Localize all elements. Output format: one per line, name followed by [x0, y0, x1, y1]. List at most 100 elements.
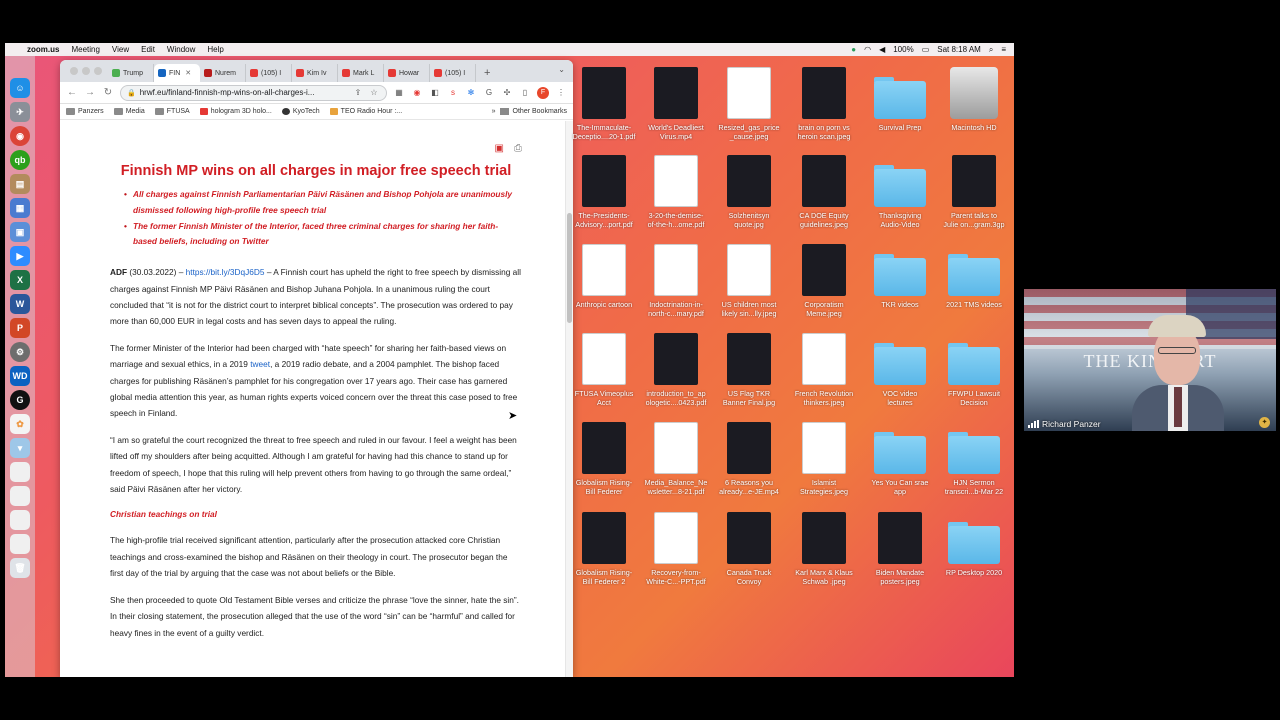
- extension-gear-icon[interactable]: ✻: [465, 88, 477, 97]
- desktop-item[interactable]: TKR videos: [865, 244, 935, 309]
- tweet-link[interactable]: tweet: [250, 359, 270, 369]
- excel-icon[interactable]: X: [10, 270, 30, 290]
- g-app-icon[interactable]: G: [10, 390, 30, 410]
- sidebar-icon[interactable]: ▯: [519, 88, 531, 97]
- document-stack-3-icon[interactable]: [10, 510, 30, 530]
- lock-icon[interactable]: 🔒: [127, 89, 136, 97]
- document-stack-icon[interactable]: [10, 462, 30, 482]
- maximize-window-button[interactable]: [94, 67, 102, 75]
- lastpass-icon[interactable]: s: [447, 88, 459, 97]
- extensions-puzzle-icon[interactable]: ✣: [501, 88, 513, 97]
- desktop-item[interactable]: Solzhenitsyn quote.jpg: [714, 155, 784, 229]
- desktop-item[interactable]: Canada Truck Convoy: [714, 512, 784, 586]
- spotlight-icon[interactable]: ⌕: [989, 45, 993, 55]
- desktop-item[interactable]: Yes You Can srae app: [865, 422, 935, 496]
- desktop-item[interactable]: VOC video lectures: [865, 333, 935, 407]
- desktop-item[interactable]: Globalism Rising- Bill Federer: [569, 422, 639, 496]
- tab-4[interactable]: Kim Iv: [292, 64, 338, 82]
- desktop-item[interactable]: Survival Prep: [865, 67, 935, 132]
- tab-search-icon[interactable]: ⌄: [558, 65, 565, 74]
- menu-app[interactable]: zoom.us: [27, 45, 59, 54]
- tab-3[interactable]: (105) I: [246, 64, 292, 82]
- desktop-item[interactable]: 3-20-the-demise-of-the-h...ome.pdf: [641, 155, 711, 229]
- print-icon[interactable]: ⎙: [514, 143, 522, 154]
- extension-shield-icon[interactable]: ◧: [429, 88, 441, 97]
- desktop-item[interactable]: Anthropic cartoon: [569, 244, 639, 309]
- pinterest-icon[interactable]: ◉: [411, 88, 423, 97]
- bookmark-media[interactable]: Media: [113, 108, 145, 115]
- tab-0[interactable]: Trump: [108, 64, 154, 82]
- bookmark-ftusa[interactable]: FTUSA: [154, 108, 190, 115]
- desktop-item[interactable]: World's Deadliest Virus.mp4: [641, 67, 711, 141]
- extension-grid-icon[interactable]: ▦: [393, 88, 405, 97]
- desktop-item[interactable]: 2021 TMS videos: [939, 244, 1009, 309]
- desktop-item[interactable]: FTUSA Vimeoplus Acct: [569, 333, 639, 407]
- profile-avatar[interactable]: F: [537, 86, 549, 99]
- tab-5[interactable]: Mark L: [338, 64, 384, 82]
- menu-meeting[interactable]: Meeting: [71, 45, 99, 54]
- chevron-right-icon[interactable]: »: [492, 108, 496, 115]
- lightbulb-icon[interactable]: ✦: [1259, 417, 1270, 428]
- address-bar[interactable]: 🔒 ⇪ ☆: [120, 84, 387, 101]
- battery-percent[interactable]: 100%: [893, 45, 913, 54]
- participant-video[interactable]: THE KIN PORT Richard Panzer ✦: [1024, 289, 1276, 431]
- back-icon[interactable]: ←: [66, 87, 78, 98]
- desktop-item[interactable]: Macintosh HD: [939, 67, 1009, 132]
- battery-icon[interactable]: ▭: [922, 45, 930, 54]
- desktop-item[interactable]: Corporatism Meme.jpeg: [789, 244, 859, 318]
- menu-window[interactable]: Window: [167, 45, 195, 54]
- desktop-item[interactable]: RP Desktop 2020: [939, 512, 1009, 577]
- preview-icon[interactable]: ▣: [10, 222, 30, 242]
- desktop-item[interactable]: FFWPU Lawsuit Decision: [939, 333, 1009, 407]
- wd-icon[interactable]: WD: [10, 366, 30, 386]
- desktop-item[interactable]: US Flag TKR Banner Final.jpg: [714, 333, 784, 407]
- desktop-item[interactable]: Islamist Strategies.jpeg: [789, 422, 859, 496]
- wifi-icon[interactable]: ◠: [864, 45, 871, 54]
- zoom-icon[interactable]: ▶: [10, 246, 30, 266]
- document-stack-4-icon[interactable]: [10, 534, 30, 554]
- desktop-item[interactable]: 6 Reasons you already...e-JE.mp4: [714, 422, 784, 496]
- desktop-item[interactable]: Resized_gas_price _cause.jpeg: [714, 67, 784, 141]
- forward-icon[interactable]: →: [84, 87, 96, 98]
- system-preferences-icon[interactable]: ⚙: [10, 342, 30, 362]
- desktop-item[interactable]: Media_Balance_Ne wsletter...8-21.pdf: [641, 422, 711, 496]
- desktop-item[interactable]: HJN Sermon transcri...b-Mar 22: [939, 422, 1009, 496]
- tab-1[interactable]: FIN ✕: [154, 64, 200, 82]
- menu-help[interactable]: Help: [207, 45, 223, 54]
- pdf-icon[interactable]: ▣: [495, 143, 504, 154]
- menu-view[interactable]: View: [112, 45, 129, 54]
- zoom-status-icon[interactable]: ●: [851, 45, 856, 54]
- desktop-item[interactable]: Indoctrination-in-north-c...mary.pdf: [641, 244, 711, 318]
- desktop-item[interactable]: Thanksgiving Audio-Video: [865, 155, 935, 229]
- clock[interactable]: Sat 8:18 AM: [937, 45, 981, 54]
- desktop-item[interactable]: CA DOE Equity guidelines.jpeg: [789, 155, 859, 229]
- tab-7[interactable]: (105) I: [430, 64, 476, 82]
- calculator-icon[interactable]: ▦: [10, 198, 30, 218]
- desktop-item[interactable]: Parent talks to Julie on...gram.3gp: [939, 155, 1009, 229]
- app-store-icon[interactable]: ✿: [10, 414, 30, 434]
- powerpoint-icon[interactable]: P: [10, 318, 30, 338]
- trash-icon[interactable]: 🗑: [10, 558, 30, 578]
- volume-icon[interactable]: ◀: [879, 45, 885, 54]
- desktop-item[interactable]: Biden Mandate posters.jpeg: [865, 512, 935, 586]
- desktop-item[interactable]: Karl Marx & Klaus Schwab .jpeg: [789, 512, 859, 586]
- new-tab-button[interactable]: +: [476, 64, 498, 82]
- word-icon[interactable]: W: [10, 294, 30, 314]
- url-input[interactable]: [139, 88, 348, 97]
- close-tab-icon[interactable]: ✕: [185, 69, 191, 77]
- launchpad-icon[interactable]: ✈: [10, 102, 30, 122]
- desktop-item[interactable]: French Revolution thinkers.jpeg: [789, 333, 859, 407]
- bookmark-star-icon[interactable]: ☆: [368, 88, 380, 97]
- other-bookmarks[interactable]: Other Bookmarks: [513, 108, 567, 115]
- tab-2[interactable]: Nurem: [200, 64, 246, 82]
- quickbooks-icon[interactable]: qb: [10, 150, 30, 170]
- finder-icon[interactable]: ☺: [10, 78, 30, 98]
- desktop-item[interactable]: brain on porn vs heroin scan.jpeg: [789, 67, 859, 141]
- menu-edit[interactable]: Edit: [141, 45, 155, 54]
- bookmark-panzers[interactable]: Panzers: [66, 108, 104, 115]
- notes-icon[interactable]: ▤: [10, 174, 30, 194]
- reload-icon[interactable]: ↻: [102, 87, 114, 98]
- desktop-item[interactable]: introduction_to_ap ologetic....0423.pdf: [641, 333, 711, 407]
- tab-6[interactable]: Howar: [384, 64, 430, 82]
- bookmark-teo-radio[interactable]: TEO Radio Hour :...: [329, 108, 402, 115]
